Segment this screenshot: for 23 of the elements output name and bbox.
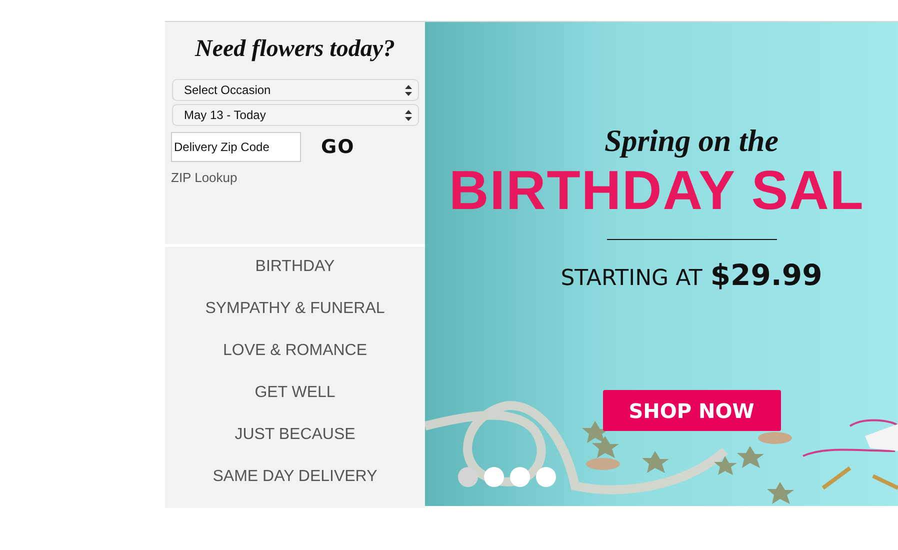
banner-headline: BIRTHDAY SAL bbox=[449, 159, 864, 221]
zip-code-field[interactable]: Delivery Zip Code bbox=[171, 132, 301, 162]
select-arrows-icon bbox=[405, 110, 412, 120]
occasion-select[interactable]: Select Occasion bbox=[172, 79, 419, 101]
category-link[interactable]: GET WELL bbox=[165, 382, 425, 424]
category-link[interactable]: BIRTHDAY bbox=[165, 256, 425, 298]
carousel-dot[interactable] bbox=[458, 467, 478, 487]
finder-heading: Need flowers today? bbox=[194, 36, 396, 63]
select-arrows-icon bbox=[405, 84, 412, 96]
banner-kicker: Spring on the bbox=[604, 123, 778, 159]
category-link[interactable]: LOVE & ROMANCE bbox=[165, 340, 425, 382]
carousel-dot[interactable] bbox=[510, 467, 530, 487]
price: $29.99 bbox=[710, 258, 822, 292]
date-select[interactable]: May 13 - Today bbox=[172, 104, 419, 126]
shop-now-button[interactable]: SHOP NOW bbox=[602, 390, 780, 431]
zip-lookup-link[interactable]: ZIP Lookup bbox=[171, 170, 238, 185]
go-button[interactable]: GO bbox=[321, 136, 355, 158]
carousel-dot[interactable] bbox=[536, 467, 556, 487]
category-link[interactable]: JUST BECAUSE bbox=[165, 424, 425, 466]
category-link[interactable]: SAME DAY DELIVERY bbox=[165, 466, 425, 508]
carousel-dot[interactable] bbox=[484, 467, 504, 487]
category-link[interactable]: SYMPATHY & FUNERAL bbox=[165, 298, 425, 340]
price-label: STARTING AT bbox=[560, 266, 702, 291]
